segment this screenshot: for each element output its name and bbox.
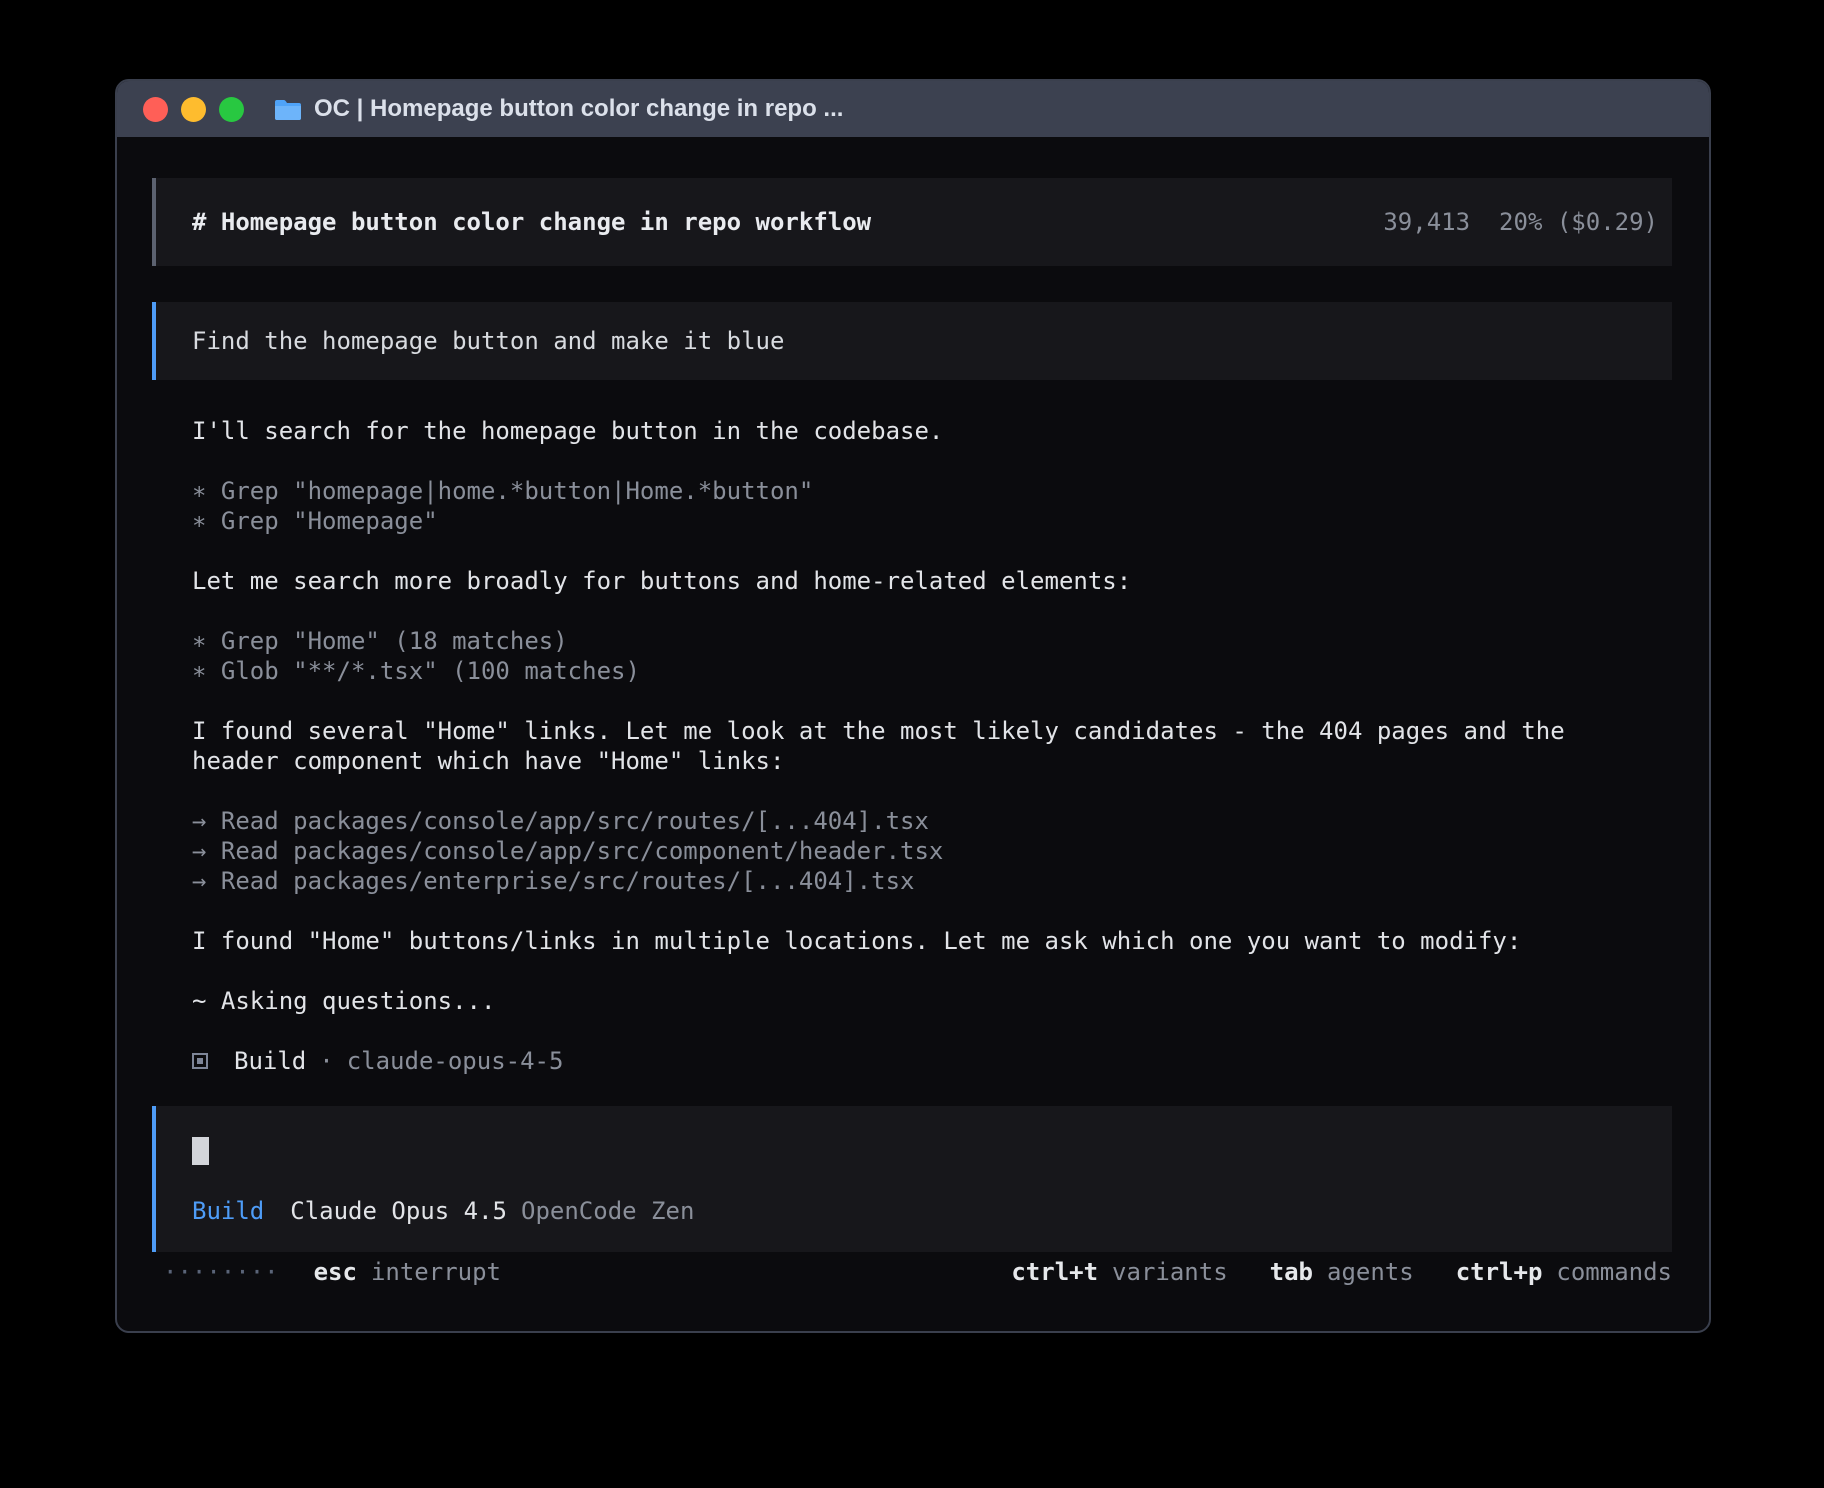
tool-call-line: → Read packages/console/app/src/routes/[… xyxy=(192,806,1662,836)
status-left: ········ esc interrupt xyxy=(163,1257,501,1287)
agent-separator: · xyxy=(319,1046,333,1076)
tool-call-line: ∗ Grep "homepage|home.*button|Home.*butt… xyxy=(192,476,1662,506)
esc-key-hint: esc xyxy=(314,1257,357,1287)
tool-call-line: ∗ Grep "Home" (18 matches) xyxy=(192,626,1662,656)
model-info-line: Build Claude Opus 4.5 OpenCode Zen xyxy=(192,1196,1672,1226)
terminal-content: # Homepage button color change in repo w… xyxy=(117,137,1709,1287)
zoom-button[interactable] xyxy=(219,97,244,122)
active-agent-label: Build xyxy=(192,1196,264,1226)
token-count: 39,413 xyxy=(1383,207,1470,237)
agent-icon xyxy=(192,1053,208,1069)
prompt-input[interactable]: Build Claude Opus 4.5 OpenCode Zen xyxy=(152,1106,1672,1252)
folder-icon xyxy=(274,98,302,121)
interrupt-label: interrupt xyxy=(371,1257,501,1287)
session-title: # Homepage button color change in repo w… xyxy=(192,207,871,237)
tool-call-line: → Read packages/enterprise/src/routes/[.… xyxy=(192,866,1662,896)
tool-call-line: ∗ Grep "Homepage" xyxy=(192,506,1662,536)
ctrl-t-key-hint: ctrl+t xyxy=(1011,1257,1098,1287)
model-provider: OpenCode Zen xyxy=(521,1196,694,1226)
tool-call-group: ∗ Grep "homepage|home.*button|Home.*butt… xyxy=(192,476,1662,536)
tool-call-group: → Read packages/console/app/src/routes/[… xyxy=(192,806,1662,896)
status-bar: ········ esc interrupt ctrl+t variants t… xyxy=(152,1257,1672,1287)
agent-name: Build xyxy=(234,1046,306,1076)
user-message: Find the homepage button and make it blu… xyxy=(152,302,1672,380)
commands-label: commands xyxy=(1556,1257,1672,1287)
window-titlebar[interactable]: OC | Homepage button color change in rep… xyxy=(117,81,1709,137)
tab-key-hint: tab xyxy=(1270,1257,1313,1287)
window-title: OC | Homepage button color change in rep… xyxy=(314,95,843,123)
prompt-cursor-line xyxy=(192,1136,1672,1166)
assistant-paragraph: I'll search for the homepage button in t… xyxy=(192,416,1662,446)
status-line: ~ Asking questions... xyxy=(192,986,1662,1016)
tool-call-line: → Read packages/console/app/src/componen… xyxy=(192,836,1662,866)
variants-label: variants xyxy=(1112,1257,1228,1287)
minimize-button[interactable] xyxy=(181,97,206,122)
text-cursor xyxy=(192,1137,209,1165)
shortcut-commands: ctrl+p commands xyxy=(1456,1257,1672,1287)
session-header: # Homepage button color change in repo w… xyxy=(152,178,1672,266)
shortcut-variants: ctrl+t variants xyxy=(1011,1257,1227,1287)
assistant-paragraph: I found several "Home" links. Let me loo… xyxy=(192,716,1662,776)
assistant-response: I'll search for the homepage button in t… xyxy=(152,416,1672,1076)
assistant-paragraph: I found "Home" buttons/links in multiple… xyxy=(192,926,1662,956)
agent-status-row: Build · claude-opus-4-5 xyxy=(192,1046,1662,1076)
shortcut-agents: tab agents xyxy=(1270,1257,1414,1287)
session-stats: 39,413 20% ($0.29) xyxy=(1383,207,1658,237)
agents-label: agents xyxy=(1327,1257,1414,1287)
agent-model: claude-opus-4-5 xyxy=(347,1046,564,1076)
status-right: ctrl+t variants tab agents ctrl+p comman… xyxy=(1011,1257,1672,1287)
assistant-paragraph: Let me search more broadly for buttons a… xyxy=(192,566,1662,596)
model-name: Claude Opus 4.5 xyxy=(290,1196,507,1226)
context-usage: 20% ($0.29) xyxy=(1499,207,1658,237)
terminal-window: OC | Homepage button color change in rep… xyxy=(115,79,1711,1333)
ctrl-p-key-hint: ctrl+p xyxy=(1456,1257,1543,1287)
close-button[interactable] xyxy=(143,97,168,122)
tool-call-group: ∗ Grep "Home" (18 matches) ∗ Glob "**/*.… xyxy=(192,626,1662,686)
spinner-dots: ········ xyxy=(163,1257,279,1287)
traffic-lights xyxy=(143,97,244,122)
tool-call-line: ∗ Glob "**/*.tsx" (100 matches) xyxy=(192,656,1662,686)
user-message-text: Find the homepage button and make it blu… xyxy=(192,326,784,356)
